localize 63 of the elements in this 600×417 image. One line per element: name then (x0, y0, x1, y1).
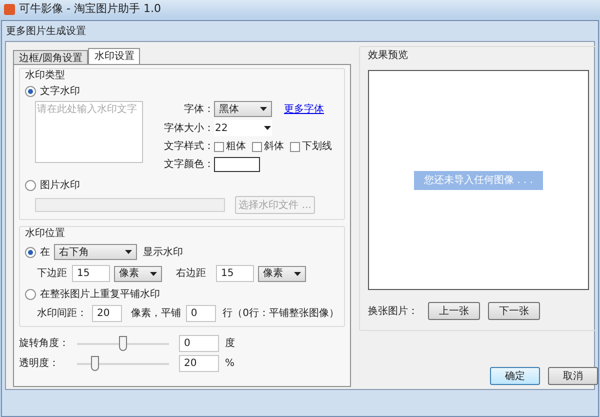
rows-field[interactable]: 0 (186, 305, 216, 322)
more-fonts-link[interactable]: 更多字体 (284, 102, 324, 116)
slider-label: 透明度： (19, 356, 60, 371)
tab[interactable]: 边框/圆角设置 (13, 50, 88, 64)
field-label: 下边距 (37, 266, 68, 281)
button[interactable]: 下一张 (488, 302, 540, 320)
dialog-title: 更多图片生成设置 (6, 24, 86, 38)
unit-label: 像素，平铺 (130, 306, 181, 321)
group-title: 水印位置 (25, 227, 66, 240)
unit-select[interactable]: 像素 (114, 266, 162, 282)
field-label: 右边距 (176, 266, 207, 281)
color-swatch[interactable] (214, 157, 260, 172)
radio-label: 在 (40, 246, 50, 260)
checkbox-label: 下划线 (302, 140, 332, 154)
bottom-margin-field[interactable]: 15 (72, 265, 110, 282)
field-label: 字体： (183, 102, 214, 116)
field-label: 文字颜色： (163, 158, 214, 172)
field-label: 文字样式： (163, 140, 214, 154)
checkbox[interactable] (290, 142, 300, 152)
corner-select[interactable]: 右下角 (54, 244, 137, 260)
tab[interactable]: 水印设置 (88, 48, 140, 64)
spacing-field[interactable]: 20 (92, 305, 122, 322)
caret-icon (150, 272, 157, 276)
radio-button[interactable] (25, 86, 36, 97)
file-path-field[interactable] (35, 198, 225, 212)
show-label: 显示水印 (143, 246, 183, 260)
field-label: 水印间距： (37, 306, 87, 321)
radio-button[interactable] (25, 180, 36, 191)
slider-value-field[interactable]: 0 (179, 335, 219, 352)
checkbox[interactable] (214, 142, 224, 152)
radio-button[interactable] (25, 289, 36, 300)
app-icon (4, 4, 15, 14)
empty-message: 您还未导入任何图像 . . . (414, 170, 544, 190)
unit-select[interactable]: 像素 (258, 266, 306, 282)
caret-icon (264, 126, 271, 130)
rows-note: 行（0行：平铺整张图像） (222, 306, 339, 321)
unit-label: % (225, 357, 235, 371)
unit-label: 度 (225, 336, 235, 351)
checkbox-label: 粗体 (226, 140, 246, 154)
slider-value-field[interactable]: 20 (179, 355, 219, 372)
button[interactable]: 确定 (490, 367, 540, 385)
field-label: 字体大小： (163, 122, 214, 136)
checkbox-label: 斜体 (264, 140, 284, 154)
slider-thumb[interactable] (119, 336, 127, 350)
group-title: 效果预览 (368, 49, 409, 62)
radio-label: 文字水印 (40, 84, 80, 99)
slider-thumb[interactable] (91, 356, 100, 370)
caret-icon (260, 107, 267, 111)
radio-button[interactable] (25, 246, 36, 258)
caret-icon (294, 272, 301, 276)
button[interactable]: 取消 (548, 367, 598, 385)
font-select[interactable]: 黑体 (214, 101, 272, 117)
size-select[interactable]: 22 (214, 120, 272, 136)
checkbox[interactable] (252, 142, 262, 152)
app-title: 可牛影像 - 淘宝图片助手 1.0 (19, 0, 161, 17)
slider-label: 旋转角度： (19, 336, 70, 351)
button[interactable]: 上一张 (428, 302, 480, 320)
right-margin-field[interactable]: 15 (216, 265, 254, 282)
group-title: 水印类型 (25, 69, 66, 82)
caret-icon (125, 250, 132, 254)
radio-label: 图片水印 (40, 178, 80, 193)
radio-label: 在整张图片上重复平铺水印 (40, 288, 160, 302)
switch-label: 换张图片： (368, 304, 419, 318)
